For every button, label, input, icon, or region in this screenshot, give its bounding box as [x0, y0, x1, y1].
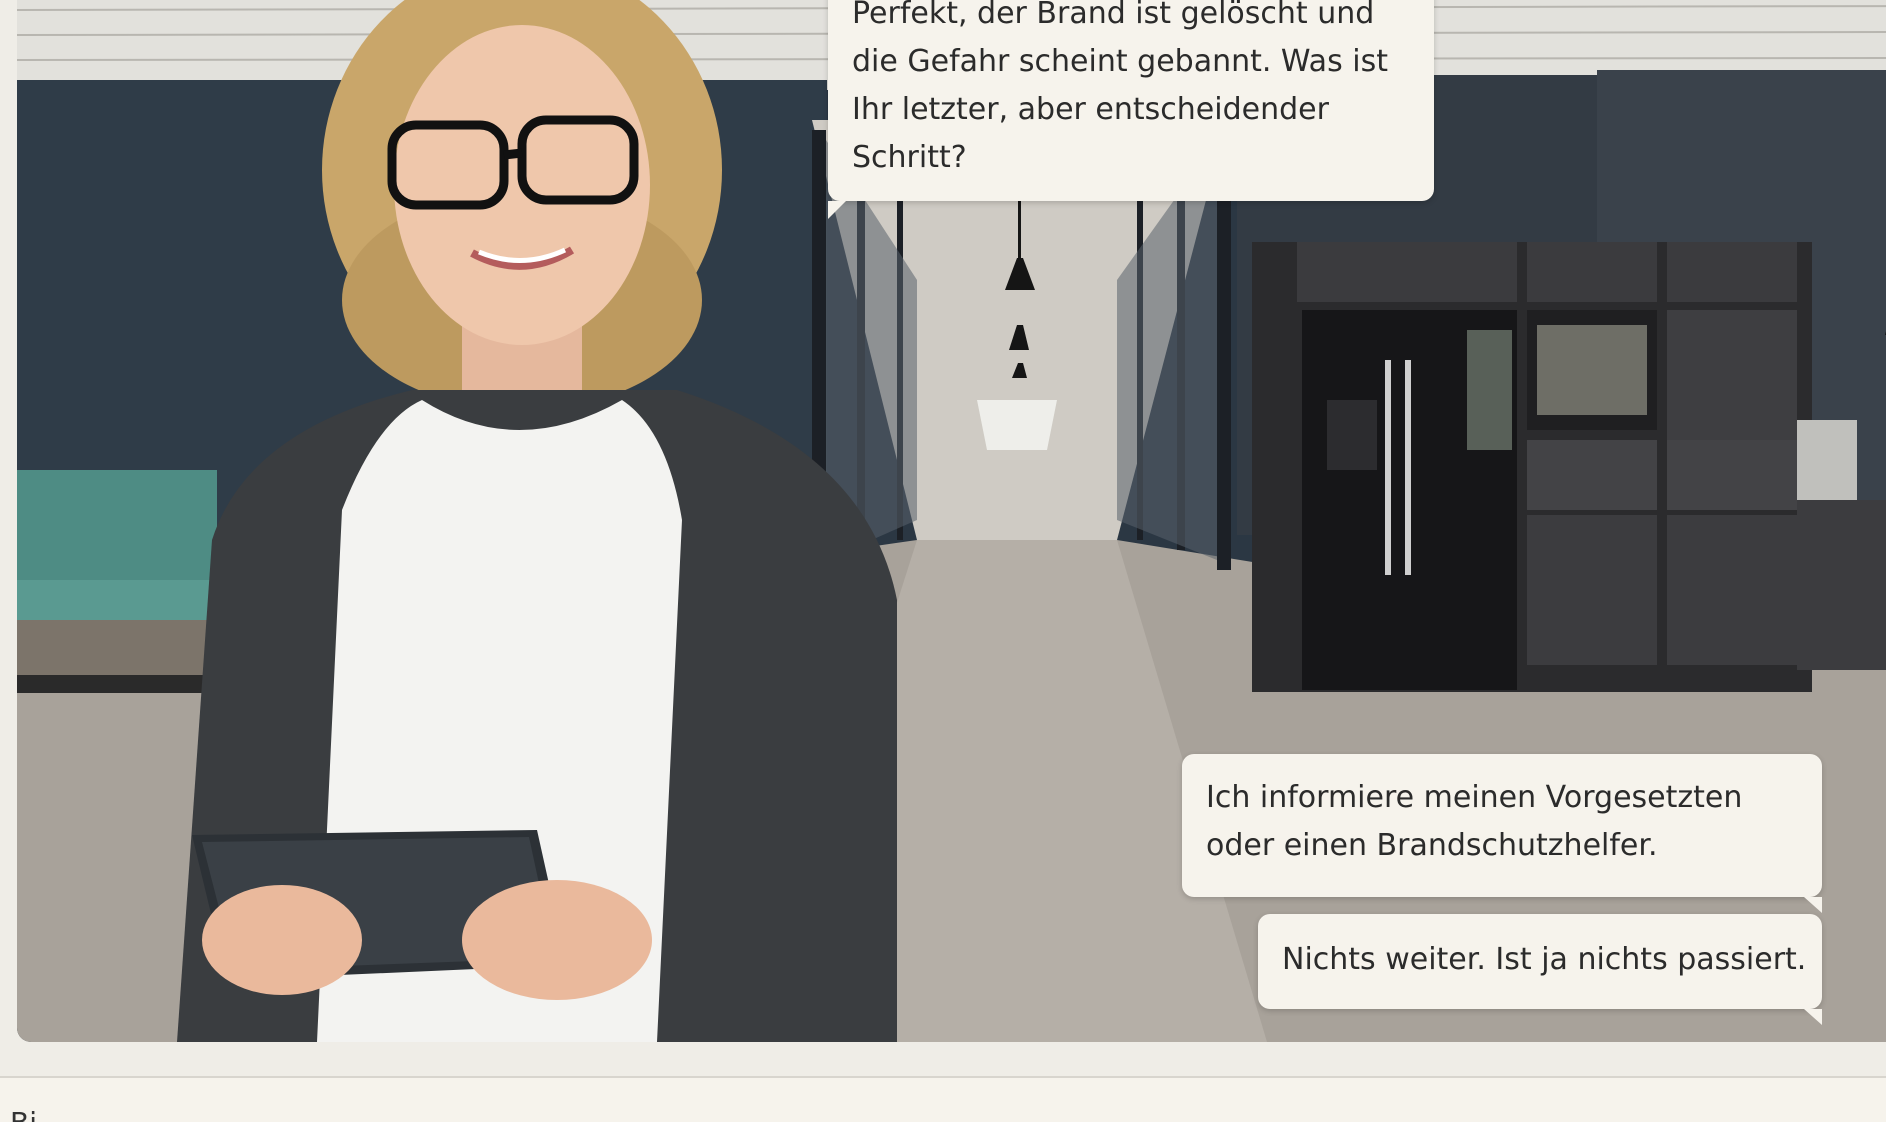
npc-message-line: die Gefahr scheint gebannt. Was ist [852, 44, 1388, 79]
bottom-panel-label: Bi [10, 1106, 37, 1122]
answer-option-nothing-further[interactable]: Nichts weiter. Ist ja nichts passiert. [1258, 914, 1822, 1025]
answer-option-line: Nichts weiter. Ist ja nichts passiert. [1282, 942, 1807, 977]
answer-option-line: Ich informiere meinen Vorgesetzten [1206, 780, 1743, 815]
scenario-app: Perfekt, der Brand ist gelöscht und die … [0, 0, 1886, 1122]
answer-option-inform-supervisor[interactable]: Ich informiere meinen Vorgesetzten oder … [1182, 754, 1822, 913]
npc-message-line: Perfekt, der Brand ist gelöscht und [852, 0, 1375, 31]
npc-message-line: Ihr letzter, aber entscheidender [852, 92, 1329, 127]
answer-option-line: oder einen Brandschutzhelfer. [1206, 828, 1658, 863]
npc-message-line: Schritt? [852, 140, 967, 175]
bottom-panel: Bi [0, 1078, 1886, 1122]
npc-speech-bubble: Perfekt, der Brand ist gelöscht und die … [828, 0, 1434, 219]
